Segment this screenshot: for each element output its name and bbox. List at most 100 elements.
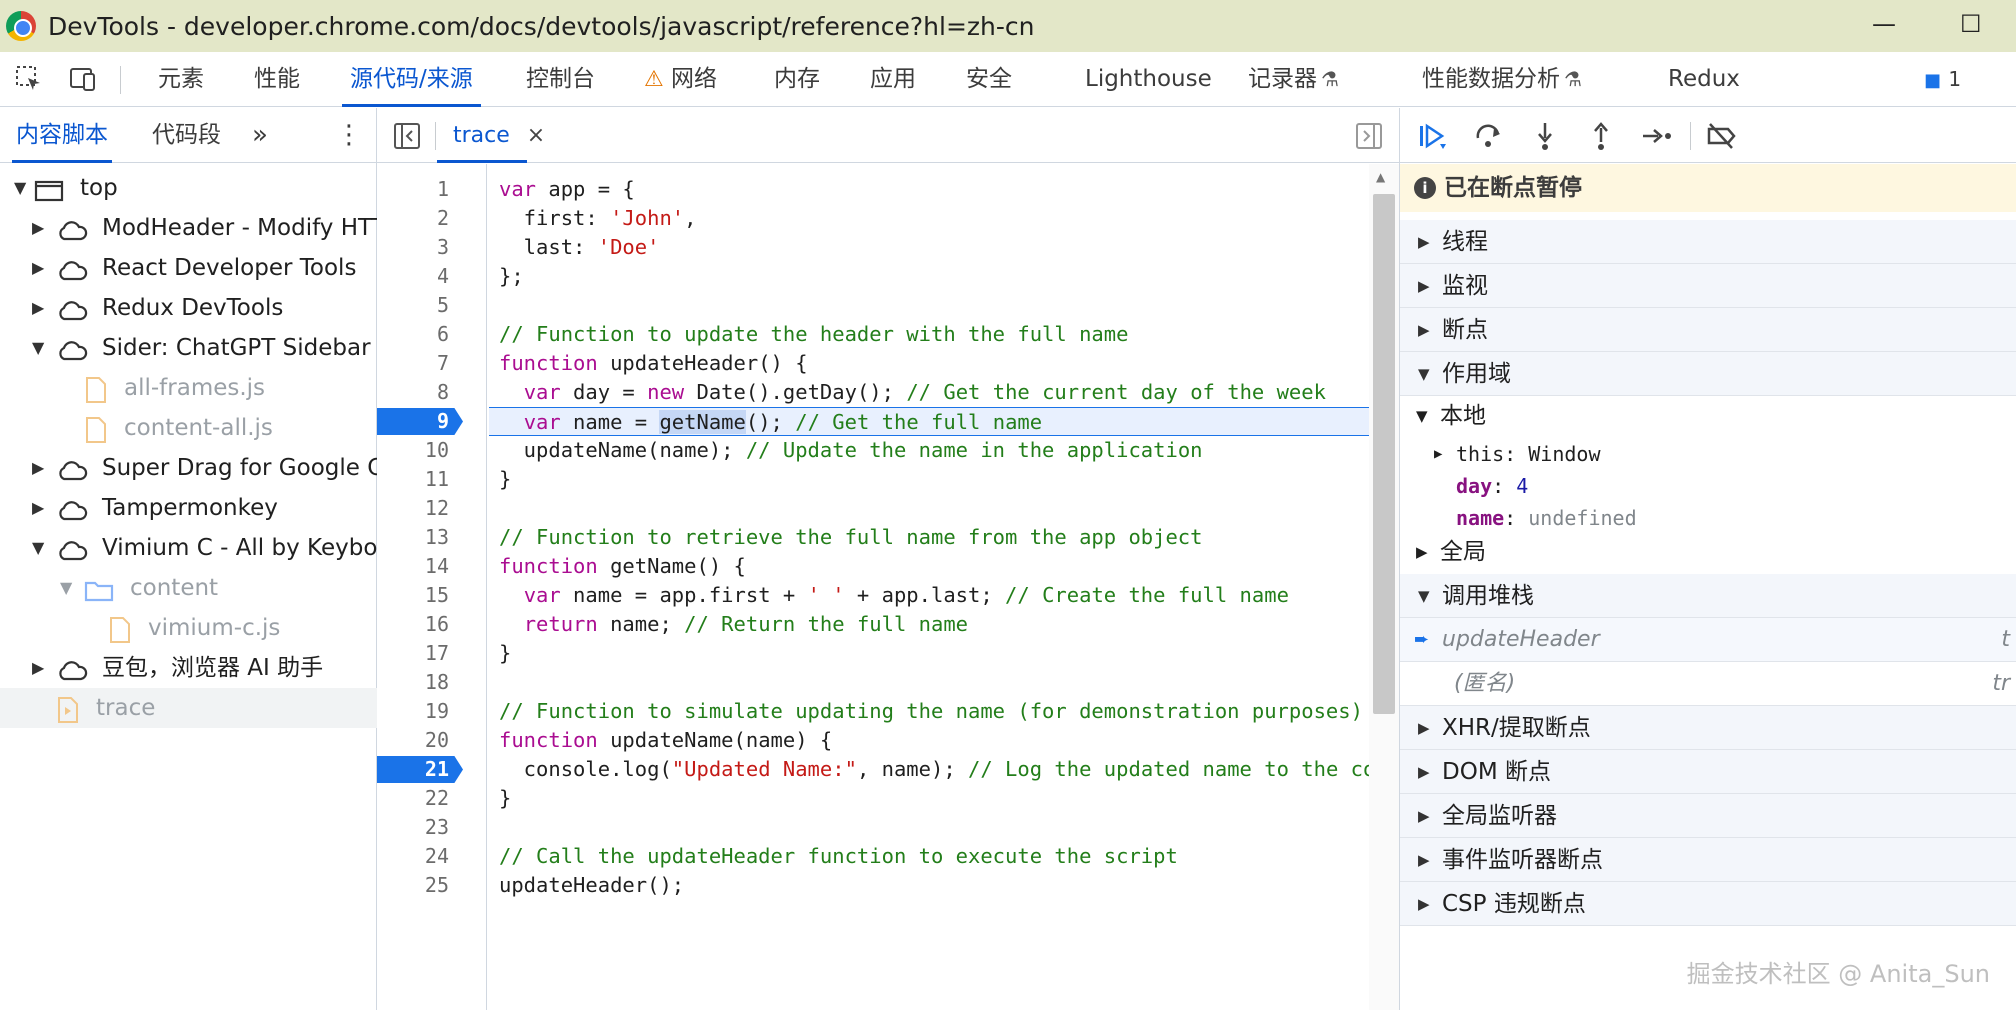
collapse-arrow-icon[interactable]: ▼: [14, 168, 26, 208]
tree-item[interactable]: ▶ ModHeader - Modify HTTP headers: [0, 208, 377, 248]
tab-performance[interactable]: 性能: [254, 52, 300, 107]
code-line[interactable]: }: [489, 465, 1369, 494]
line-number[interactable]: 22: [377, 784, 477, 813]
step-out-icon[interactable]: [1584, 120, 1618, 152]
expand-arrow-icon[interactable]: ▶: [32, 488, 44, 528]
line-number[interactable]: 4: [377, 262, 477, 291]
tab-application[interactable]: 应用: [870, 52, 916, 107]
section-scope[interactable]: ▼ 作用域: [1400, 352, 2016, 396]
line-number[interactable]: 12: [377, 494, 477, 523]
code-line[interactable]: [489, 813, 1369, 842]
code-line[interactable]: return name; // Return the full name: [489, 610, 1369, 639]
code-line[interactable]: function updateHeader() {: [489, 349, 1369, 378]
tab-snippets[interactable]: 代码段: [152, 108, 221, 163]
code-line[interactable]: function updateName(name) {: [489, 726, 1369, 755]
scope-var-day[interactable]: day: 4: [1400, 470, 2016, 502]
tab-lighthouse[interactable]: Lighthouse: [1085, 52, 1212, 107]
line-number[interactable]: 16: [377, 610, 477, 639]
section-watch[interactable]: ▶ 监视: [1400, 264, 2016, 308]
section-csp-breakpoints[interactable]: ▶ CSP 违规断点: [1400, 882, 2016, 926]
code-line[interactable]: // Function to update the header with th…: [489, 320, 1369, 349]
code-line[interactable]: }: [489, 639, 1369, 668]
code-line[interactable]: [489, 494, 1369, 523]
tab-network[interactable]: ⚠ 网络: [644, 52, 717, 107]
tree-item[interactable]: ▼ content: [0, 568, 377, 608]
expand-arrow-icon[interactable]: ▶: [32, 648, 44, 688]
line-number[interactable]: 18: [377, 668, 477, 697]
tab-console[interactable]: 控制台: [526, 52, 595, 107]
line-number[interactable]: 24: [377, 842, 477, 871]
tree-item[interactable]: ▶ Redux DevTools: [0, 288, 377, 328]
editor-tab-trace[interactable]: trace ×: [453, 108, 545, 163]
resume-icon[interactable]: [1416, 120, 1450, 152]
step-into-icon[interactable]: [1528, 120, 1562, 152]
editor-scrollbar[interactable]: ▲: [1369, 164, 1399, 1010]
code-line[interactable]: // Function to retrieve the full name fr…: [489, 523, 1369, 552]
code-line[interactable]: var name = app.first + ' ' + app.last; /…: [489, 581, 1369, 610]
section-global-listeners[interactable]: ▶ 全局监听器: [1400, 794, 2016, 838]
code-line[interactable]: }: [489, 784, 1369, 813]
maximize-button[interactable]: ☐: [1960, 10, 1982, 38]
editor-scroll-thumb[interactable]: [1373, 194, 1395, 714]
code-line[interactable]: updateHeader();: [489, 871, 1369, 900]
code-line[interactable]: updateName(name); // Update the name in …: [489, 436, 1369, 465]
section-dom-breakpoints[interactable]: ▶ DOM 断点: [1400, 750, 2016, 794]
code-line[interactable]: };: [489, 262, 1369, 291]
code-line[interactable]: last: 'Doe': [489, 233, 1369, 262]
tab-elements[interactable]: 元素: [158, 52, 204, 107]
tree-item[interactable]: all-frames.js: [0, 368, 377, 408]
code-line[interactable]: [489, 291, 1369, 320]
line-number[interactable]: 14: [377, 552, 477, 581]
minimize-button[interactable]: —: [1872, 10, 1896, 38]
device-toolbar-icon[interactable]: [68, 64, 98, 94]
call-frame[interactable]: (匿名) tr: [1400, 662, 2016, 706]
scope-global[interactable]: ▶ 全局: [1400, 536, 2016, 568]
scope-var-this[interactable]: ▶ this: Window: [1400, 438, 2016, 470]
code-line[interactable]: function getName() {: [489, 552, 1369, 581]
line-number[interactable]: 8: [377, 378, 477, 407]
tab-recorder[interactable]: 记录器 ⚗: [1248, 52, 1339, 107]
line-number[interactable]: 25: [377, 871, 477, 900]
toggle-navigator-icon[interactable]: [393, 122, 421, 150]
line-number[interactable]: 10: [377, 436, 477, 465]
scope-var-name[interactable]: name: undefined: [1400, 502, 2016, 534]
code-line[interactable]: // Call the updateHeader function to exe…: [489, 842, 1369, 871]
deactivate-breakpoints-icon[interactable]: [1704, 120, 1738, 152]
scroll-up-icon[interactable]: ▲: [1376, 170, 1385, 184]
tree-item[interactable]: ▼ top: [0, 168, 377, 208]
line-number[interactable]: 1: [377, 175, 477, 204]
tab-content-scripts[interactable]: 内容脚本: [12, 108, 112, 163]
code-line[interactable]: var day = new Date().getDay(); // Get th…: [489, 378, 1369, 407]
code-line[interactable]: var name = getName(); // Get the full na…: [489, 407, 1369, 436]
expand-arrow-icon[interactable]: ▶: [32, 208, 44, 248]
issues-counter[interactable]: ■ 1: [1924, 52, 1961, 107]
code-line[interactable]: var app = {: [489, 175, 1369, 204]
step-over-icon[interactable]: [1472, 120, 1506, 152]
inspect-element-icon[interactable]: [14, 64, 44, 94]
section-call-stack[interactable]: ▼ 调用堆栈: [1400, 574, 2016, 618]
line-number[interactable]: 19: [377, 697, 477, 726]
tab-performance-insights[interactable]: 性能数据分析 ⚗: [1422, 52, 1582, 107]
close-tab-icon[interactable]: ×: [527, 123, 545, 148]
line-number[interactable]: 15: [377, 581, 477, 610]
tree-item[interactable]: ▼ Sider: ChatGPT Sidebar + GPT-4o: [0, 328, 377, 368]
line-number[interactable]: 5: [377, 291, 477, 320]
line-number[interactable]: 6: [377, 320, 477, 349]
line-number[interactable]: 3: [377, 233, 477, 262]
code-line[interactable]: first: 'John',: [489, 204, 1369, 233]
tree-item[interactable]: ▶ Super Drag for Google Chrome: [0, 448, 377, 488]
line-number[interactable]: 21: [377, 755, 477, 784]
scope-local[interactable]: ▼ 本地: [1400, 400, 2016, 432]
section-event-listener-breakpoints[interactable]: ▶ 事件监听器断点: [1400, 838, 2016, 882]
line-number[interactable]: 13: [377, 523, 477, 552]
more-tabs-chevron-icon[interactable]: »: [252, 108, 268, 163]
step-icon[interactable]: [1640, 120, 1674, 152]
tree-item[interactable]: ▶ React Developer Tools: [0, 248, 377, 288]
expand-arrow-icon[interactable]: ▶: [32, 288, 44, 328]
tab-security[interactable]: 安全: [966, 52, 1012, 107]
section-xhr-breakpoints[interactable]: ▶ XHR/提取断点: [1400, 706, 2016, 750]
tree-item[interactable]: ▶ 豆包，浏览器 AI 助手: [0, 648, 377, 688]
section-threads[interactable]: ▶ 线程: [1400, 220, 2016, 264]
collapse-arrow-icon[interactable]: ▼: [32, 528, 44, 568]
line-number[interactable]: 9: [377, 407, 477, 436]
